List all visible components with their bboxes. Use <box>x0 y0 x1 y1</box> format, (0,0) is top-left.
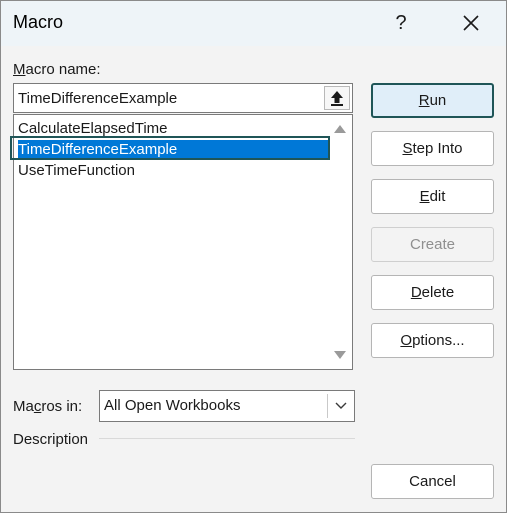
edit-button[interactable]: Edit <box>371 179 494 214</box>
step-into-button[interactable]: Step Into <box>371 131 494 166</box>
title-bar: Macro ? <box>1 1 506 46</box>
options-button[interactable]: Options... <box>371 323 494 358</box>
list-item[interactable]: UseTimeFunction <box>18 161 135 181</box>
macros-in-label: Macros in: <box>13 398 83 415</box>
create-button[interactable]: Create <box>371 227 494 262</box>
help-icon: ? <box>395 11 407 34</box>
description-divider <box>99 438 355 439</box>
macro-dialog: Macro ? Macro name: CalculateElapsedTime… <box>0 0 507 513</box>
macro-name-input[interactable] <box>14 84 323 112</box>
selection-highlight-frame <box>10 136 330 160</box>
close-icon <box>463 15 479 31</box>
dropdown-button[interactable] <box>327 394 354 418</box>
macro-name-field <box>13 83 353 113</box>
help-button[interactable]: ? <box>381 5 421 41</box>
list-scrollbar[interactable] <box>328 115 352 369</box>
chevron-down-icon <box>335 402 347 409</box>
macros-in-select[interactable]: All Open Workbooks <box>99 390 355 422</box>
description-label: Description <box>13 431 89 448</box>
dialog-title: Macro <box>13 12 64 32</box>
cancel-button[interactable]: Cancel <box>371 464 494 499</box>
scroll-down-icon[interactable] <box>334 351 346 359</box>
upload-arrow-icon <box>331 91 343 106</box>
scroll-up-icon[interactable] <box>334 125 346 133</box>
run-button[interactable]: Run <box>371 83 494 118</box>
macro-name-label: Macro name: <box>13 61 101 78</box>
close-button[interactable] <box>451 5 491 41</box>
delete-button[interactable]: Delete <box>371 275 494 310</box>
macros-in-value: All Open Workbooks <box>104 397 241 414</box>
upload-button[interactable] <box>324 86 350 110</box>
